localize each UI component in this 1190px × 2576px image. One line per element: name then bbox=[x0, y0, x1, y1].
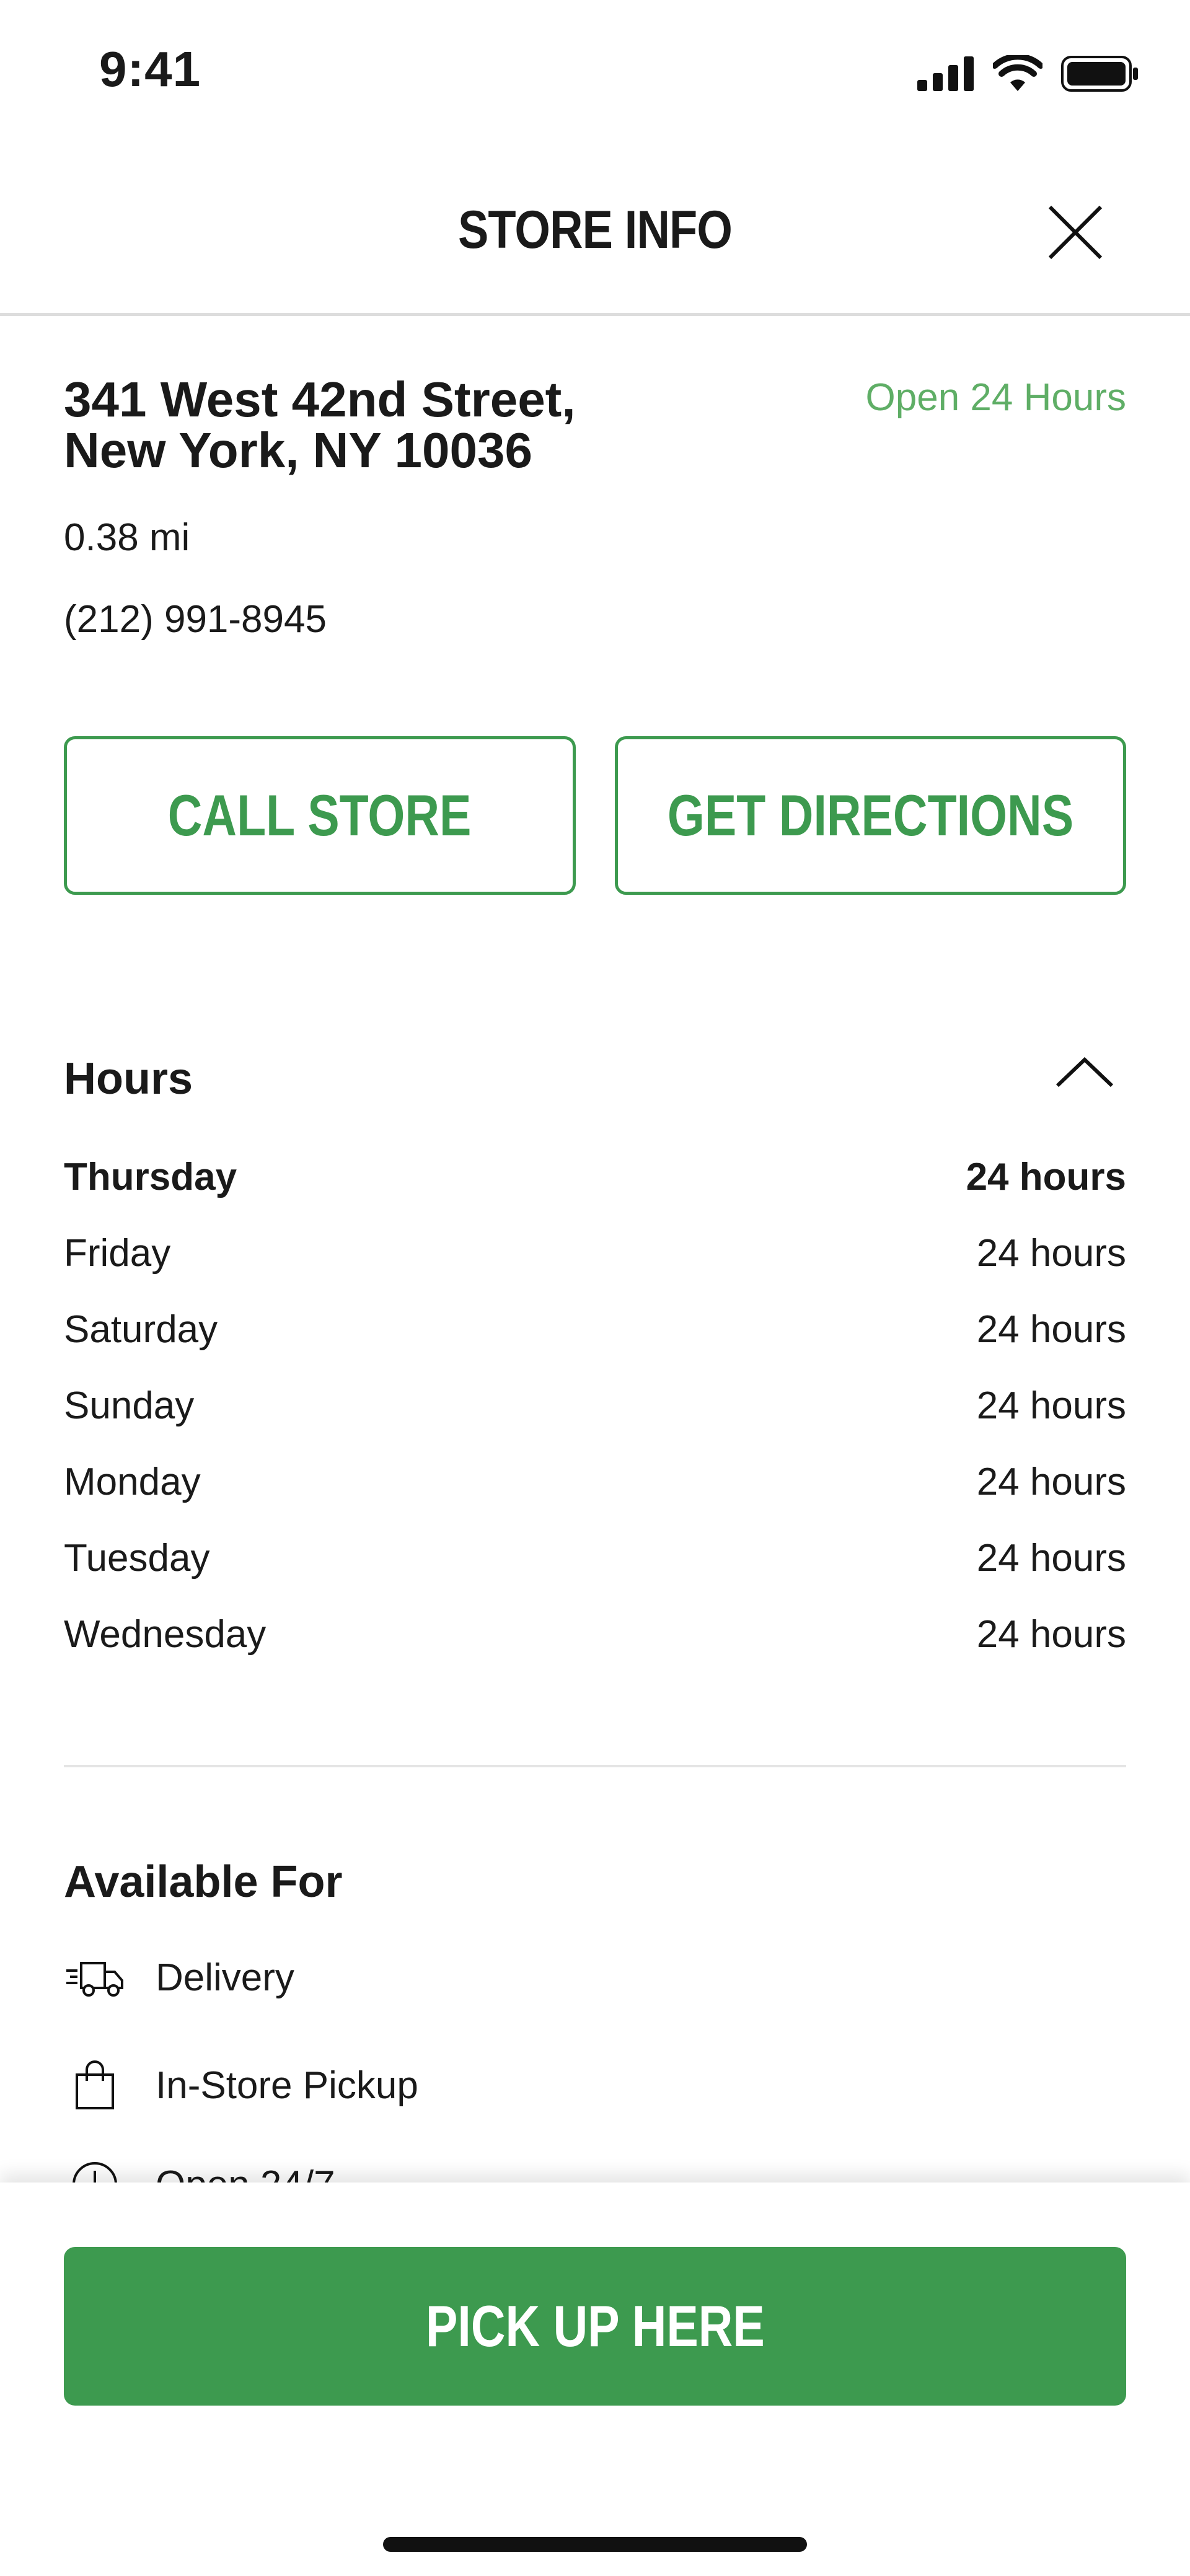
hours-day: Sunday bbox=[64, 1384, 195, 1427]
hours-row-tuesday: Tuesday 24 hours bbox=[64, 1534, 1126, 1610]
address-line-2: New York, NY 10036 bbox=[64, 423, 533, 478]
hours-row-sunday: Sunday 24 hours bbox=[64, 1381, 1126, 1457]
available-item-pickup: In-Store Pickup bbox=[64, 2057, 418, 2113]
store-address: 341 West 42nd Street, New York, NY 10036 bbox=[64, 374, 576, 476]
status-time: 9:41 bbox=[99, 42, 201, 97]
status-bar: 9:41 bbox=[0, 0, 1190, 144]
call-store-button[interactable]: CALL STORE bbox=[64, 736, 576, 895]
hours-day: Tuesday bbox=[64, 1537, 210, 1580]
store-phone[interactable]: (212) 991-8945 bbox=[64, 597, 327, 641]
hours-day: Friday bbox=[64, 1232, 171, 1275]
hours-time: 24 hours bbox=[976, 1461, 1126, 1503]
hours-time: 24 hours bbox=[976, 1308, 1126, 1351]
wifi-icon bbox=[993, 55, 1042, 91]
hours-time: 24 hours bbox=[976, 1232, 1126, 1275]
available-item-delivery: Delivery bbox=[64, 1950, 294, 2005]
hours-time: 24 hours bbox=[976, 1537, 1126, 1580]
page-title: STORE INFO bbox=[457, 200, 733, 260]
store-info-header: STORE INFO bbox=[0, 144, 1190, 316]
hours-row-friday: Friday 24 hours bbox=[64, 1229, 1126, 1305]
hours-day: Saturday bbox=[64, 1308, 218, 1351]
delivery-truck-icon bbox=[64, 1950, 126, 2005]
available-item-label: In-Store Pickup bbox=[156, 2064, 418, 2107]
close-button[interactable] bbox=[1041, 198, 1109, 266]
address-line-1: 341 West 42nd Street, bbox=[64, 372, 576, 427]
available-for-title: Available For bbox=[64, 1857, 343, 1907]
hours-row-thursday: Thursday 24 hours bbox=[64, 1153, 1126, 1229]
cellular-signal-icon bbox=[917, 56, 974, 91]
pick-up-here-button[interactable]: PICK UP HERE bbox=[64, 2247, 1126, 2406]
status-icons bbox=[917, 52, 1139, 95]
hours-time: 24 hours bbox=[976, 1384, 1126, 1427]
get-directions-label: GET DIRECTIONS bbox=[667, 783, 1074, 848]
hours-row-wednesday: Wednesday 24 hours bbox=[64, 1610, 1126, 1686]
hours-time: 24 hours bbox=[976, 1613, 1126, 1656]
hours-day: Monday bbox=[64, 1461, 201, 1503]
store-distance: 0.38 mi bbox=[64, 516, 190, 559]
pick-up-here-label: PICK UP HERE bbox=[425, 2293, 765, 2358]
shopping-bag-icon bbox=[64, 2057, 126, 2113]
get-directions-button[interactable]: GET DIRECTIONS bbox=[615, 736, 1126, 895]
hours-section-title: Hours bbox=[64, 1054, 193, 1104]
close-icon bbox=[1048, 205, 1103, 260]
hours-collapse-toggle[interactable] bbox=[1054, 1053, 1116, 1091]
open-status-badge: Open 24 Hours bbox=[865, 376, 1126, 419]
hours-list: Thursday 24 hours Friday 24 hours Saturd… bbox=[64, 1153, 1126, 1686]
available-item-label: Delivery bbox=[156, 1956, 294, 1999]
footer-bar: PICK UP HERE bbox=[0, 2183, 1190, 2576]
hours-time: 24 hours bbox=[966, 1156, 1126, 1198]
hours-row-saturday: Saturday 24 hours bbox=[64, 1305, 1126, 1381]
home-indicator[interactable] bbox=[383, 2537, 807, 2552]
hours-row-monday: Monday 24 hours bbox=[64, 1457, 1126, 1534]
hours-day: Wednesday bbox=[64, 1613, 267, 1656]
section-divider bbox=[64, 1765, 1126, 1767]
chevron-up-icon bbox=[1056, 1057, 1114, 1088]
hours-day: Thursday bbox=[64, 1156, 237, 1198]
call-store-label: CALL STORE bbox=[168, 783, 472, 848]
battery-icon bbox=[1061, 56, 1138, 92]
